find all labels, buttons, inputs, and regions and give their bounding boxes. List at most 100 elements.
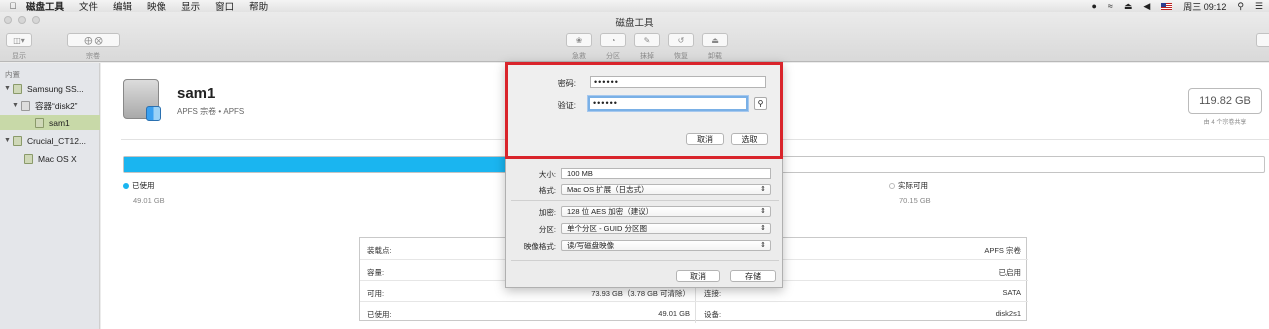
stethoscope-icon: ❀ [575, 35, 583, 45]
sidebar-header: 内置 [5, 70, 20, 79]
format-value: Mac OS 扩展（日志式） [567, 185, 649, 194]
key-icon[interactable]: ⚲ [754, 97, 767, 110]
window-title: 磁盘工具 [615, 18, 654, 29]
info-value: 49.01 GB [658, 309, 690, 318]
sidebar-item-crucial[interactable]: ▼ Crucial_CT12... [0, 133, 100, 148]
used-value: 49.01 GB [133, 196, 165, 205]
format-select[interactable]: Mac OS 扩展（日志式） ⇕ [561, 184, 771, 195]
updown-arrow-icon: ⇕ [760, 225, 766, 232]
legend-used: 已使用 49.01 GB [123, 180, 165, 205]
sidebar-item-label: Samsung SS... [27, 83, 84, 94]
partition-select[interactable]: 单个分区 - GUID 分区图 ⇕ [561, 223, 771, 234]
free-label: 实际可用 [898, 181, 928, 190]
hard-drive-icon [123, 79, 161, 121]
qq-icon[interactable]: ● [1091, 1, 1096, 11]
sidebar-item-macosx[interactable]: Mac OS X [0, 151, 100, 166]
volume-disk-icon [35, 117, 44, 128]
info-value: 已启用 [998, 268, 1022, 277]
info-key: 容量: [367, 268, 385, 277]
capacity-shared-note: 由 4 个宗卷共享 [1203, 120, 1247, 126]
image-format-value: 读/写磁盘映像 [567, 241, 615, 250]
flag-icon[interactable] [1161, 2, 1173, 10]
partition-button[interactable]: ◔ [600, 33, 626, 47]
disclosure-triangle-icon[interactable]: ▼ [2, 137, 13, 144]
encryption-value: 128 位 AES 加密（建议） [567, 207, 654, 216]
volume-icon[interactable]: ◀ [1143, 1, 1150, 12]
updown-arrow-icon: ⇕ [760, 186, 766, 193]
info-value: SATA [1002, 288, 1021, 297]
divider [511, 200, 779, 201]
restore-label: 恢复 [674, 53, 688, 60]
list-icon[interactable]: ☰ [1255, 1, 1263, 12]
unmount-label: 卸载 [708, 53, 722, 60]
sidebar-icon: ◫▾ [13, 35, 25, 45]
restore-icon: ↺ [677, 35, 685, 45]
unmount-button[interactable]: ⏏ [702, 33, 728, 47]
volume-disk-icon [24, 153, 33, 164]
display-label: 显示 [12, 53, 26, 60]
info-key: 可用: [367, 289, 385, 298]
info-key: 设备: [704, 310, 722, 319]
info-key: 装载点: [367, 246, 392, 255]
verify-field[interactable]: •••••• [588, 96, 748, 111]
updown-arrow-icon: ⇕ [760, 208, 766, 215]
sidebar-item-container[interactable]: ▼ 容器“disk2” [0, 98, 100, 113]
image-format-select[interactable]: 读/写磁盘映像 ⇕ [561, 240, 771, 251]
disk-icon [13, 135, 22, 146]
sidebar: 内置 ▼ Samsung SS... ▼ 容器“disk2” sam1 ▼ Cruci… [0, 63, 100, 329]
wifi-icon[interactable]: ≈ [1108, 1, 1113, 11]
encryption-select[interactable]: 128 位 AES 加密（建议） ⇕ [561, 206, 771, 217]
used-label: 已使用 [132, 181, 155, 190]
divider [511, 260, 779, 261]
sidebar-item-sam1[interactable]: sam1 [0, 115, 100, 130]
search-icon[interactable]: ⚲ [1237, 1, 1244, 12]
sidebar-toggle-button[interactable]: ◫▾ [6, 33, 32, 47]
cancel-button[interactable]: 取消 [676, 270, 720, 282]
volume-add-remove-button[interactable]: ⨁ ⨂ [67, 33, 120, 47]
size-field[interactable]: 100 MB [561, 168, 771, 179]
encryption-label: 加密: [538, 208, 556, 217]
info-value: 73.93 GB（3.78 GB 可清除） [591, 289, 690, 298]
sidebar-item-label: Mac OS X [38, 153, 77, 164]
info-button[interactable] [1256, 33, 1269, 47]
free-dot-icon [889, 183, 895, 190]
finder-icon [146, 106, 161, 121]
volume-label: 宗卷 [86, 53, 100, 60]
disclosure-triangle-icon[interactable]: ▼ [2, 85, 13, 92]
free-value: 70.15 GB [899, 196, 931, 205]
password-label: 密码: [557, 79, 576, 88]
partition-label: 分区 [606, 53, 620, 60]
partition-label: 分区: [538, 225, 556, 234]
legend-free: 实际可用 70.15 GB [889, 180, 931, 205]
container-icon [21, 100, 30, 111]
cancel-button[interactable]: 取消 [686, 133, 724, 145]
partition-value: 单个分区 - GUID 分区图 [567, 224, 647, 233]
eject-icon[interactable]: ⏏ [1124, 1, 1133, 12]
format-label: 格式: [538, 186, 556, 195]
image-format-label: 映像格式: [523, 242, 556, 251]
clock[interactable]: 周三 09:12 [1183, 0, 1226, 13]
menu-bar:  磁盘工具 文件 编辑 映像 显示 窗口 帮助 ● ≈ ⏏ ◀ 周三 09:1… [0, 0, 1269, 13]
erase-button[interactable]: ✎ [634, 33, 660, 47]
volume-name: sam1 [177, 85, 216, 102]
restore-button[interactable]: ↺ [668, 33, 694, 47]
disclosure-triangle-icon[interactable]: ▼ [10, 102, 21, 109]
password-dialog: 密码: •••••• 验证: •••••• ⚲ 取消 选取 [508, 65, 780, 156]
first-aid-button[interactable]: ❀ [566, 33, 592, 47]
volume-icon: ⨁ ⨂ [84, 35, 103, 45]
volume-subtitle: APFS 宗卷 • APFS [177, 107, 245, 116]
save-button[interactable]: 存储 [730, 270, 776, 282]
password-field[interactable]: •••••• [590, 76, 766, 88]
sidebar-item-label: 容器“disk2” [35, 100, 78, 111]
choose-button[interactable]: 选取 [731, 133, 768, 145]
info-key: 连接: [704, 289, 722, 298]
used-dot-icon [123, 183, 129, 190]
sidebar-item-samsung[interactable]: ▼ Samsung SS... [0, 81, 100, 96]
updown-arrow-icon: ⇕ [760, 242, 766, 249]
disk-icon [13, 83, 22, 94]
apple-icon[interactable]:  [0, 1, 26, 11]
capacity-badge: 119.82 GB [1188, 88, 1262, 114]
pie-icon: ◔ [610, 35, 616, 45]
info-key: 已使用: [367, 310, 392, 319]
info-value: APFS 宗卷 [984, 246, 1021, 255]
